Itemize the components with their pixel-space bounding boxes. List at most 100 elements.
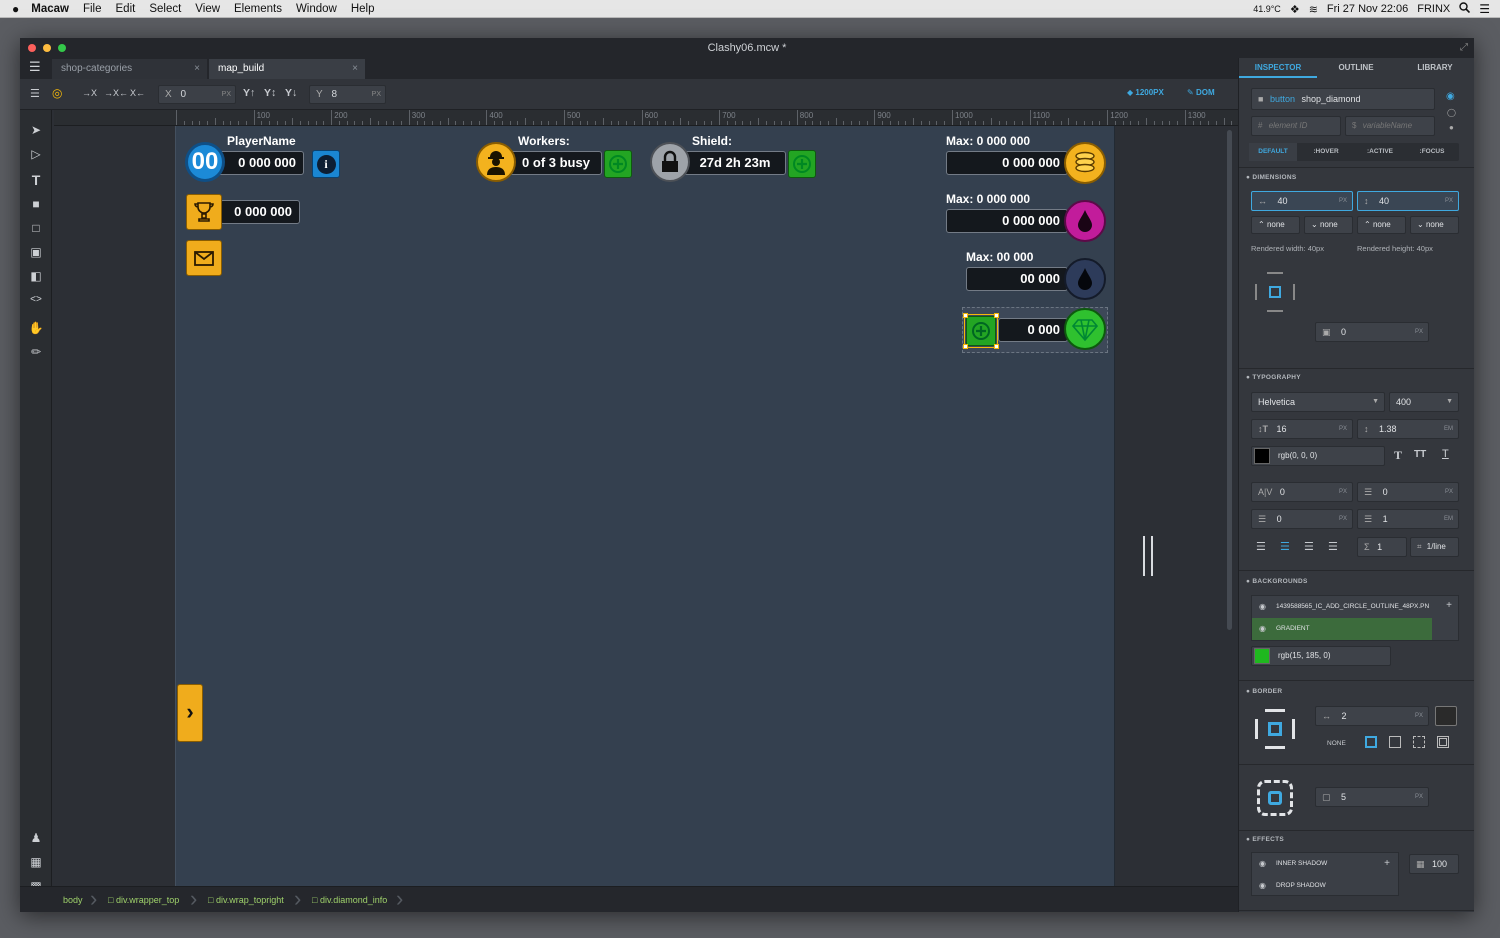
- align-center-x-icon[interactable]: →X←: [104, 88, 128, 98]
- corner-radius-center[interactable]: [1268, 791, 1282, 805]
- rectangle-fill-tool-icon[interactable]: ■: [28, 196, 44, 212]
- diamond-box[interactable]: 0 000: [998, 318, 1068, 342]
- tab-map-build[interactable]: map_build ×: [209, 59, 365, 79]
- corner-radius-widget[interactable]: [1257, 780, 1293, 816]
- align-center-icon[interactable]: ☰: [1280, 540, 1290, 553]
- min-height-select[interactable]: ⌃ none: [1357, 216, 1406, 234]
- pin-dot-icon[interactable]: ●: [1449, 123, 1454, 132]
- border-right[interactable]: [1292, 719, 1295, 739]
- per-line-input[interactable]: ⌗ 1/line: [1410, 537, 1459, 557]
- shield-box[interactable]: 27d 2h 23m: [684, 151, 786, 175]
- fullscreen-icon[interactable]: ⤢: [1460, 38, 1468, 58]
- info-button[interactable]: i: [312, 150, 340, 178]
- direct-select-tool-icon[interactable]: ▷: [28, 146, 44, 162]
- background-layer-gradient[interactable]: ◉ GRADIENT: [1252, 618, 1432, 640]
- elixir-box[interactable]: 0 000 000: [946, 209, 1068, 233]
- close-tab-icon[interactable]: ×: [194, 59, 200, 78]
- code-tool-icon[interactable]: <>: [28, 292, 44, 308]
- border-double-icon[interactable]: [1437, 736, 1449, 748]
- visibility-eye-icon[interactable]: ◉: [1446, 91, 1455, 102]
- tab-outline[interactable]: OUTLINE: [1317, 58, 1395, 78]
- state-focus[interactable]: :FOCUS: [1407, 143, 1457, 161]
- align-right-x-icon[interactable]: X←: [130, 88, 145, 98]
- word-spacing-input[interactable]: ☰ 0 PX: [1357, 482, 1459, 502]
- gold-box[interactable]: 0 000 000: [946, 151, 1068, 175]
- border-width-input[interactable]: ↔ 2 PX: [1315, 706, 1429, 726]
- element-id-input[interactable]: # element ID: [1251, 116, 1341, 136]
- eye-icon[interactable]: ◉: [1259, 596, 1266, 618]
- clock[interactable]: Fri 27 Nov 22:06: [1327, 3, 1408, 15]
- box-model-left[interactable]: [1255, 284, 1257, 300]
- align-top-y-icon[interactable]: Y↑: [243, 87, 255, 99]
- close-window-button[interactable]: [28, 44, 36, 52]
- box-model-top[interactable]: [1267, 272, 1283, 274]
- background-color-input[interactable]: rgb(15, 185, 0): [1251, 646, 1391, 666]
- border-sides-widget[interactable]: [1255, 709, 1295, 749]
- gold-coin-badge[interactable]: [1064, 142, 1106, 184]
- justify-icon[interactable]: ☰: [1328, 540, 1338, 553]
- background-color-swatch[interactable]: [1254, 648, 1270, 664]
- temperature-readout[interactable]: 41.9°C: [1253, 4, 1281, 14]
- close-tab-icon[interactable]: ×: [352, 59, 358, 78]
- height-input[interactable]: ↕ 40 PX: [1357, 191, 1459, 211]
- wifi-icon[interactable]: ≋: [1309, 3, 1318, 16]
- add-effect-icon[interactable]: +: [1384, 853, 1390, 875]
- breadcrumb-wrapper-top[interactable]: □ div.wrapper_top: [108, 887, 179, 912]
- border-box-icon[interactable]: [1389, 736, 1401, 748]
- menu-app-name[interactable]: Macaw: [31, 3, 69, 15]
- minimize-window-button[interactable]: [43, 44, 51, 52]
- align-middle-y-icon[interactable]: Y↕: [264, 87, 276, 99]
- opacity-input[interactable]: ▦ 100: [1409, 854, 1459, 874]
- selection-handle[interactable]: [963, 313, 968, 318]
- menu-file[interactable]: File: [83, 3, 102, 15]
- eye-icon[interactable]: ◉: [1259, 875, 1266, 897]
- text-tool-icon[interactable]: T: [28, 172, 44, 188]
- dark-elixir-badge[interactable]: [1064, 258, 1106, 300]
- text-indent-input[interactable]: ☰ 0 PX: [1251, 509, 1353, 529]
- x-position-input[interactable]: X 0 PX: [158, 85, 236, 104]
- anchor-icon[interactable]: ◎: [52, 86, 62, 100]
- apple-icon[interactable]: ●: [12, 2, 19, 16]
- effect-inner-shadow[interactable]: ◉ INNER SHADOW +: [1252, 853, 1398, 875]
- level-badge[interactable]: 00: [185, 142, 225, 182]
- border-all[interactable]: [1268, 722, 1282, 736]
- add-shield-button[interactable]: [788, 150, 816, 178]
- trophy-button[interactable]: [186, 194, 222, 230]
- font-size-input[interactable]: ↕T 16 PX: [1251, 419, 1353, 439]
- player-gold-box[interactable]: 0 000 000: [216, 151, 304, 175]
- trophies-box[interactable]: 0 000 000: [220, 200, 300, 224]
- image-tool-icon[interactable]: ◧: [28, 268, 44, 284]
- box-model-bottom[interactable]: [1267, 310, 1283, 312]
- breadcrumb-wrap-topright[interactable]: □ div.wrap_topright: [208, 887, 284, 912]
- workers-box[interactable]: 0 of 3 busy: [510, 151, 602, 175]
- max-width-select[interactable]: ⌄ none: [1304, 216, 1353, 234]
- width-input[interactable]: ↔ 40 PX: [1251, 191, 1353, 211]
- user-name[interactable]: FRINX: [1417, 3, 1450, 15]
- state-default[interactable]: DEFAULT: [1249, 143, 1297, 161]
- effect-drop-shadow[interactable]: ◉ DROP SHADOW: [1252, 875, 1398, 897]
- spotlight-icon[interactable]: [1459, 2, 1471, 16]
- corner-radius-input[interactable]: ▢ 5 PX: [1315, 787, 1429, 807]
- menu-window[interactable]: Window: [296, 3, 337, 15]
- y-position-input[interactable]: Y 8 PX: [309, 85, 386, 104]
- element-name-field[interactable]: ■ button shop_diamond: [1251, 88, 1435, 110]
- hand-tool-icon[interactable]: ✋: [28, 320, 44, 336]
- line-height-input[interactable]: ↕ 1.38 EM: [1357, 419, 1459, 439]
- dark-elixir-box[interactable]: 00 000: [966, 267, 1068, 291]
- box-model-center[interactable]: [1269, 286, 1281, 298]
- hamburger-menu-icon[interactable]: ☰: [29, 59, 41, 75]
- elixir-badge[interactable]: [1064, 200, 1106, 242]
- expand-side-button[interactable]: ›: [177, 684, 203, 742]
- breadcrumb-diamond-info[interactable]: □ div.diamond_info: [312, 887, 387, 912]
- box-model-widget[interactable]: [1255, 272, 1295, 312]
- border-dashed-icon[interactable]: [1413, 736, 1425, 748]
- uppercase-icon[interactable]: TT: [1414, 449, 1426, 460]
- border-color-swatch[interactable]: [1435, 706, 1457, 726]
- state-active[interactable]: :ACTIVE: [1355, 143, 1405, 161]
- text-color-swatch[interactable]: [1254, 448, 1270, 464]
- worker-avatar[interactable]: [476, 142, 516, 182]
- canvas-scrollbar[interactable]: [1227, 130, 1232, 630]
- align-right-icon[interactable]: ☰: [1304, 540, 1314, 553]
- menu-view[interactable]: View: [195, 3, 220, 15]
- max-height-select[interactable]: ⌄ none: [1410, 216, 1459, 234]
